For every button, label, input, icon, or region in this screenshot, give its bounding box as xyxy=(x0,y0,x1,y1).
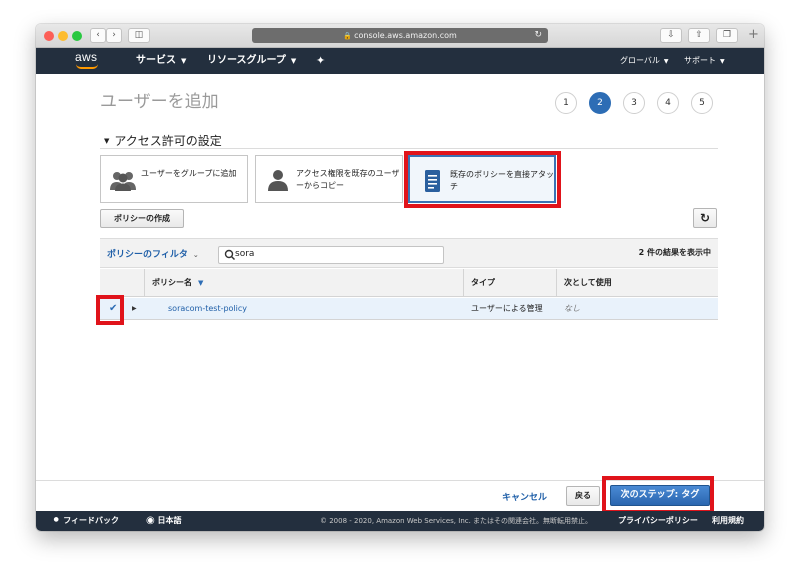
chevron-down-icon: ▼ xyxy=(720,58,725,65)
language-label: 日本語 xyxy=(157,516,182,525)
sidebar-toggle-button[interactable]: ◫ xyxy=(128,28,150,43)
aws-logo[interactable]: aws xyxy=(72,50,102,71)
table-header: ポリシー名 ▼ タイプ 次として使用 xyxy=(100,269,718,297)
header-label: ポリシー名 xyxy=(152,278,192,287)
step-4: 4 xyxy=(657,92,679,114)
highlight-box-option xyxy=(404,151,561,208)
aws-smile-icon xyxy=(76,64,98,69)
close-window-button[interactable] xyxy=(44,31,54,41)
region-menu[interactable]: グローバル ▼ xyxy=(620,48,669,74)
results-count: 2 件の結果を表示中 xyxy=(638,248,711,257)
option-label: ユーザーをグループに追加 xyxy=(141,169,237,178)
cancel-link[interactable]: キャンセル xyxy=(502,490,547,503)
policy-type: ユーザーによる管理 xyxy=(471,304,543,313)
chevron-down-icon: ▼ xyxy=(181,57,187,65)
collapse-triangle-icon: ▼ xyxy=(104,137,110,145)
language-selector[interactable]: ◉ 日本語 xyxy=(146,511,182,531)
feedback-link[interactable]: ⚫ フィードバック xyxy=(52,511,119,531)
column-header-type[interactable]: タイプ xyxy=(471,269,495,297)
column-separator xyxy=(556,269,557,297)
aws-top-nav: aws サービス ▼ リソースグループ ▼ ✦ グローバル ▼ サポート ▼ xyxy=(36,48,764,74)
zoom-window-button[interactable] xyxy=(72,31,82,41)
chevron-down-icon: ⌄ xyxy=(192,251,199,259)
feedback-label: フィードバック xyxy=(63,516,120,525)
browser-window: ‹ › ◫ 🔒 console.aws.amazon.com ↻ ⇩ ⇧ ❐ +… xyxy=(36,24,764,531)
section-divider xyxy=(100,148,718,149)
terms-link[interactable]: 利用規約 xyxy=(712,511,744,531)
create-policy-button[interactable]: ポリシーの作成 xyxy=(100,209,184,228)
section-header[interactable]: ▼ アクセス許可の設定 xyxy=(104,132,222,149)
services-label: サービス xyxy=(136,55,176,66)
back-nav-button[interactable]: ‹ xyxy=(90,28,106,43)
region-label: グローバル xyxy=(620,56,660,65)
option-copy-permissions[interactable]: アクセス権限を既存のユーザーからコピー xyxy=(255,155,403,203)
users-group-icon xyxy=(110,172,136,191)
chevron-down-icon: ▼ xyxy=(290,57,297,65)
table-row[interactable]: ✔ ▶ soracom-test-policy ユーザーによる管理 なし xyxy=(100,298,718,320)
share-button[interactable]: ⇧ xyxy=(688,28,710,43)
option-label: アクセス権限を既存のユーザーからコピー xyxy=(296,169,400,190)
column-header-policy-name[interactable]: ポリシー名 ▼ xyxy=(152,269,203,297)
highlight-box-checkbox xyxy=(96,295,124,325)
back-button[interactable]: 戻る xyxy=(566,486,600,506)
speech-bubble-icon: ⚫ xyxy=(52,515,61,526)
column-separator xyxy=(463,269,464,297)
tabs-overview-button[interactable]: ❐ xyxy=(716,28,738,43)
filter-label: ポリシーのフィルタ xyxy=(107,250,188,260)
step-3: 3 xyxy=(623,92,645,114)
filter-bar: ポリシーのフィルタ ⌄ sora 2 件の結果を表示中 xyxy=(100,238,718,268)
privacy-policy-link[interactable]: プライバシーポリシー xyxy=(618,511,698,531)
address-url: console.aws.amazon.com xyxy=(354,31,457,40)
column-header-used-as[interactable]: 次として使用 xyxy=(564,269,612,297)
pin-icon[interactable]: ✦ xyxy=(316,48,325,74)
step-5: 5 xyxy=(691,92,713,114)
services-menu[interactable]: サービス ▼ xyxy=(136,48,186,74)
refresh-icon[interactable]: ↻ xyxy=(693,208,717,228)
column-separator xyxy=(144,269,145,297)
expand-row-icon[interactable]: ▶ xyxy=(132,298,137,320)
lock-icon: 🔒 xyxy=(343,32,355,40)
filter-dropdown[interactable]: ポリシーのフィルタ ⌄ xyxy=(107,247,199,260)
policy-name-link[interactable]: soracom-test-policy xyxy=(168,298,247,320)
policy-search-input[interactable]: sora xyxy=(218,246,444,264)
user-icon xyxy=(268,170,288,191)
address-bar[interactable]: 🔒 console.aws.amazon.com ↻ xyxy=(252,28,548,43)
support-label: サポート xyxy=(684,56,716,65)
copyright-text: © 2008 - 2020, Amazon Web Services, Inc.… xyxy=(320,517,593,525)
console-footer: ⚫ フィードバック ◉ 日本語 © 2008 - 2020, Amazon We… xyxy=(36,511,764,531)
step-2-active: 2 xyxy=(589,92,611,114)
resource-groups-label: リソースグループ xyxy=(207,55,286,66)
policy-used-as: なし xyxy=(564,304,580,313)
new-tab-icon[interactable]: + xyxy=(748,27,759,42)
minimize-window-button[interactable] xyxy=(58,31,68,41)
chevron-down-icon: ▼ xyxy=(663,58,669,65)
option-add-to-group[interactable]: ユーザーをグループに追加 xyxy=(100,155,248,203)
section-title: アクセス許可の設定 xyxy=(114,134,222,148)
downloads-button[interactable]: ⇩ xyxy=(660,28,682,43)
support-menu[interactable]: サポート ▼ xyxy=(684,48,725,74)
search-value: sora xyxy=(235,249,255,259)
forward-nav-button[interactable]: › xyxy=(106,28,122,43)
step-1[interactable]: 1 xyxy=(555,92,577,114)
resource-groups-menu[interactable]: リソースグループ ▼ xyxy=(207,48,296,74)
reload-icon[interactable]: ↻ xyxy=(534,28,542,43)
highlight-box-next xyxy=(602,476,714,514)
sort-down-icon: ▼ xyxy=(198,279,204,287)
aws-logo-text: aws xyxy=(75,50,98,64)
page-title: ユーザーを追加 xyxy=(100,92,219,112)
browser-titlebar: ‹ › ◫ 🔒 console.aws.amazon.com ↻ ⇩ ⇧ ❐ + xyxy=(36,24,764,48)
globe-icon: ◉ xyxy=(146,515,155,526)
